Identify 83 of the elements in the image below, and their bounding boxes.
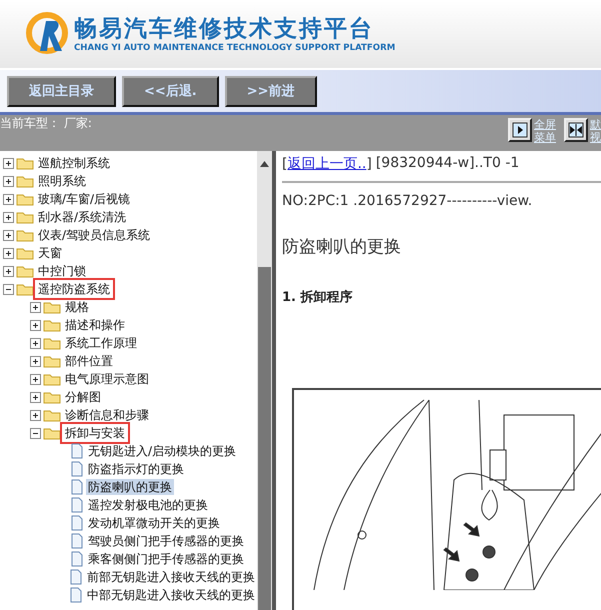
section-heading: 1. 拆卸程序 bbox=[282, 288, 354, 306]
tree-item[interactable]: 遥控防盗系统 bbox=[36, 281, 112, 297]
tree-item[interactable]: 天窗 bbox=[36, 245, 64, 261]
tree-item[interactable]: 诊断信息和步骤 bbox=[63, 407, 151, 423]
tree-item[interactable]: 无钥匙进入/启动模块的更换 bbox=[86, 443, 238, 459]
tree-item[interactable]: 中部无钥匙进入接收天线的更换 bbox=[85, 587, 257, 603]
document-title: 防盗喇叭的更换 bbox=[282, 236, 402, 258]
expand-icon[interactable] bbox=[30, 320, 41, 330]
document-number: NO:2PC:1 .2016572927----------view. bbox=[282, 193, 534, 209]
tree-item[interactable]: 刮水器/系统清洗 bbox=[36, 209, 128, 225]
folder-icon bbox=[16, 282, 34, 296]
tree-item[interactable]: 玻璃/车窗/后视镜 bbox=[36, 191, 132, 207]
tree-item[interactable]: 部件位置 bbox=[63, 353, 115, 369]
collapse-icon[interactable] bbox=[30, 428, 41, 438]
view-button[interactable] bbox=[564, 118, 588, 142]
document-icon bbox=[70, 533, 84, 549]
expand-icon[interactable] bbox=[3, 248, 14, 258]
folder-icon bbox=[16, 174, 34, 188]
expand-icon[interactable] bbox=[3, 266, 14, 276]
folder-icon bbox=[43, 354, 61, 368]
tree-item[interactable]: 前部无钥匙进入接收天线的更换 bbox=[85, 569, 257, 585]
folder-icon bbox=[43, 300, 61, 314]
tree-item[interactable]: 乘客侧侧门把手传感器的更换 bbox=[86, 551, 246, 567]
document-icon bbox=[70, 443, 84, 459]
tree-item[interactable]: 仪表/驾驶员信息系统 bbox=[36, 227, 152, 243]
expand-icon[interactable] bbox=[3, 158, 14, 168]
tree-item[interactable]: 分解图 bbox=[63, 389, 103, 405]
expand-icon[interactable] bbox=[30, 302, 41, 312]
folder-icon bbox=[16, 264, 34, 278]
folder-icon bbox=[16, 246, 34, 260]
tree-item[interactable]: 规格 bbox=[63, 299, 91, 315]
folder-icon bbox=[43, 426, 61, 440]
tree-item[interactable]: 驾驶员侧门把手传感器的更换 bbox=[86, 533, 246, 549]
tree-item[interactable]: 防盗指示灯的更换 bbox=[86, 461, 186, 477]
folder-icon bbox=[43, 336, 61, 350]
site-title: 畅易汽车维修技术支持平台 bbox=[74, 15, 375, 43]
split-arrows-icon bbox=[568, 122, 584, 138]
tree-item[interactable]: 中控门锁 bbox=[36, 263, 88, 279]
tree-item[interactable]: 照明系统 bbox=[36, 173, 88, 189]
tree-item[interactable]: 遥控发射极电池的更换 bbox=[86, 497, 210, 513]
expand-icon[interactable] bbox=[30, 338, 41, 348]
expand-icon[interactable] bbox=[30, 392, 41, 402]
vehicle-label: 当前车型： 厂家: bbox=[0, 115, 92, 132]
folder-icon bbox=[16, 156, 34, 170]
view-button[interactable] bbox=[508, 118, 532, 142]
document-icon bbox=[70, 461, 84, 477]
tree-item[interactable]: 发动机罩微动开关的更换 bbox=[86, 515, 222, 531]
document-icon bbox=[70, 479, 84, 495]
document-icon bbox=[70, 551, 84, 567]
document-icon bbox=[69, 569, 83, 585]
scrollbar[interactable] bbox=[257, 151, 272, 610]
folder-icon bbox=[43, 408, 61, 422]
logo-icon bbox=[24, 11, 70, 57]
bracket: [ bbox=[282, 156, 288, 172]
tree-item[interactable]: 巡航控制系统 bbox=[36, 155, 112, 171]
folder-icon bbox=[16, 192, 34, 206]
tree-item[interactable]: 防盗喇叭的更换 bbox=[86, 479, 174, 495]
expand-icon[interactable] bbox=[3, 194, 14, 204]
folder-icon bbox=[43, 318, 61, 332]
tree-item[interactable]: 电气原理示意图 bbox=[63, 371, 151, 387]
back-link[interactable]: 返回上一页.. bbox=[287, 156, 366, 172]
expand-icon[interactable] bbox=[30, 374, 41, 384]
folder-icon bbox=[43, 372, 61, 386]
collapse-icon[interactable] bbox=[3, 284, 14, 294]
tree-item[interactable]: 描述和操作 bbox=[63, 317, 127, 333]
tree-item[interactable]: 拆卸与安装 bbox=[63, 425, 127, 441]
scroll-up-icon[interactable] bbox=[260, 161, 269, 167]
tree-item[interactable]: 系统工作原理 bbox=[63, 335, 139, 351]
scrollbar-thumb[interactable] bbox=[258, 267, 271, 610]
expand-icon[interactable] bbox=[30, 410, 41, 420]
document-icon bbox=[70, 515, 84, 531]
folder-icon bbox=[16, 210, 34, 224]
document-icon bbox=[70, 497, 84, 513]
document-reference: [98320944-w]..T0 -1 bbox=[376, 155, 520, 173]
folder-icon bbox=[16, 228, 34, 242]
expand-icon[interactable] bbox=[3, 176, 14, 186]
document-icon bbox=[69, 587, 83, 603]
expand-icon[interactable] bbox=[3, 212, 14, 222]
expand-icon[interactable] bbox=[3, 230, 14, 240]
expand-icon[interactable] bbox=[30, 356, 41, 366]
site-subtitle: CHANG YI AUTO MAINTENANCE TECHNOLOGY SUPPORT PLATFORM bbox=[74, 43, 396, 53]
bracket: ] bbox=[366, 156, 372, 172]
folder-icon bbox=[43, 390, 61, 404]
